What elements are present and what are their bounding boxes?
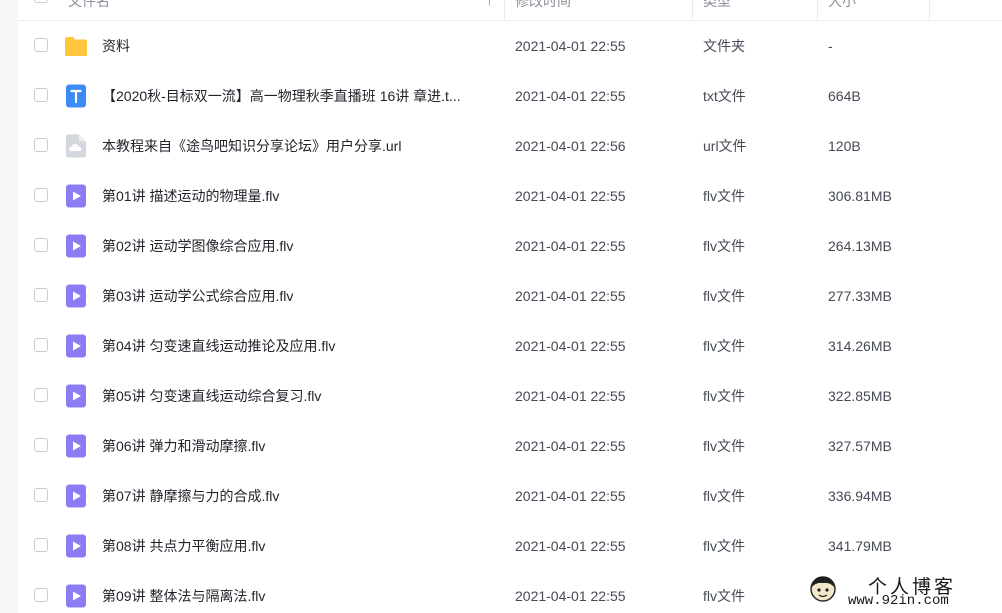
file-list-header: 文件名 ↑ 修改时间 类型 大小 bbox=[18, 0, 1002, 21]
file-type: txt文件 bbox=[703, 88, 746, 104]
file-row[interactable]: 第04讲 匀变速直线运动推论及应用.flv 2021-04-01 22:55 flv… bbox=[18, 321, 1002, 371]
file-size: 322.85MB bbox=[828, 388, 892, 404]
file-row[interactable]: 【2020秋-目标双一流】高一物理秋季直播班 16讲 章进.t... 2021-0… bbox=[18, 71, 1002, 121]
column-divider[interactable] bbox=[929, 0, 930, 20]
video-file-icon bbox=[65, 284, 87, 308]
modified-time: 2021-04-01 22:56 bbox=[515, 138, 626, 154]
modified-time: 2021-04-01 22:55 bbox=[515, 338, 626, 354]
video-file-icon bbox=[65, 334, 87, 358]
file-type: url文件 bbox=[703, 138, 747, 154]
file-size: 306.81MB bbox=[828, 188, 892, 204]
select-all-checkbox[interactable] bbox=[34, 0, 48, 3]
file-type: flv文件 bbox=[703, 438, 745, 454]
file-type: flv文件 bbox=[703, 388, 745, 404]
file-size: 264.13MB bbox=[828, 238, 892, 254]
modified-time: 2021-04-01 22:55 bbox=[515, 288, 626, 304]
file-size: - bbox=[828, 38, 833, 54]
modified-time: 2021-04-01 22:55 bbox=[515, 88, 626, 104]
row-checkbox[interactable] bbox=[34, 538, 48, 552]
folder-icon bbox=[63, 35, 87, 59]
modified-time: 2021-04-01 22:55 bbox=[515, 538, 626, 554]
file-size: 314.26MB bbox=[828, 338, 892, 354]
row-checkbox[interactable] bbox=[34, 38, 48, 52]
file-name[interactable]: 第08讲 共点力平衡应用.flv bbox=[102, 521, 500, 571]
column-header-modified[interactable]: 修改时间 bbox=[515, 0, 571, 20]
row-checkbox[interactable] bbox=[34, 488, 48, 502]
video-file-icon bbox=[65, 534, 87, 558]
file-size: 336.94MB bbox=[828, 488, 892, 504]
file-type: flv文件 bbox=[703, 238, 745, 254]
modified-time: 2021-04-01 22:55 bbox=[515, 38, 626, 54]
file-type: flv文件 bbox=[703, 538, 745, 554]
file-row[interactable]: 第01讲 描述运动的物理量.flv 2021-04-01 22:55 flv文件 30… bbox=[18, 171, 1002, 221]
file-row[interactable]: 第02讲 运动学图像综合应用.flv 2021-04-01 22:55 flv文件 2… bbox=[18, 221, 1002, 271]
row-checkbox[interactable] bbox=[34, 288, 48, 302]
video-file-icon bbox=[65, 484, 87, 508]
modified-time: 2021-04-01 22:55 bbox=[515, 488, 626, 504]
blog-watermark: 个人博客 www.92in.com bbox=[808, 572, 998, 610]
video-file-icon bbox=[65, 184, 87, 208]
file-type: flv文件 bbox=[703, 188, 745, 204]
file-name[interactable]: 第07讲 静摩擦与力的合成.flv bbox=[102, 471, 500, 521]
column-header-type[interactable]: 类型 bbox=[703, 0, 731, 20]
file-size: 277.33MB bbox=[828, 288, 892, 304]
file-row[interactable]: 第05讲 匀变速直线运动综合复习.flv 2021-04-01 22:55 flv文… bbox=[18, 371, 1002, 421]
column-divider[interactable] bbox=[504, 0, 505, 20]
row-checkbox[interactable] bbox=[34, 188, 48, 202]
row-checkbox[interactable] bbox=[34, 588, 48, 602]
watermark-url: www.92in.com bbox=[848, 593, 949, 609]
file-type: flv文件 bbox=[703, 488, 745, 504]
file-row[interactable]: 第03讲 运动学公式综合应用.flv 2021-04-01 22:55 flv文件 2… bbox=[18, 271, 1002, 321]
file-name[interactable]: 资料 bbox=[102, 21, 500, 71]
row-checkbox[interactable] bbox=[34, 88, 48, 102]
file-size: 664B bbox=[828, 88, 861, 104]
file-type: flv文件 bbox=[703, 288, 745, 304]
modified-time: 2021-04-01 22:55 bbox=[515, 188, 626, 204]
file-row[interactable]: 第08讲 共点力平衡应用.flv 2021-04-01 22:55 flv文件 341… bbox=[18, 521, 1002, 571]
row-checkbox[interactable] bbox=[34, 238, 48, 252]
file-name[interactable]: 本教程来自《途鸟吧知识分享论坛》用户分享.url bbox=[102, 121, 500, 171]
text-file-icon bbox=[65, 84, 87, 108]
file-name[interactable]: 第04讲 匀变速直线运动推论及应用.flv bbox=[102, 321, 500, 371]
file-name[interactable]: 第06讲 弹力和滑动摩擦.flv bbox=[102, 421, 500, 471]
row-checkbox[interactable] bbox=[34, 438, 48, 452]
file-row[interactable]: 第06讲 弹力和滑动摩擦.flv 2021-04-01 22:55 flv文件 327… bbox=[18, 421, 1002, 471]
file-size: 341.79MB bbox=[828, 538, 892, 554]
row-checkbox[interactable] bbox=[34, 338, 48, 352]
file-name[interactable]: 第03讲 运动学公式综合应用.flv bbox=[102, 271, 500, 321]
file-row[interactable]: 资料 2021-04-01 22:55 文件夹 - bbox=[18, 21, 1002, 71]
file-name[interactable]: 第02讲 运动学图像综合应用.flv bbox=[102, 221, 500, 271]
row-checkbox[interactable] bbox=[34, 138, 48, 152]
file-size: 120B bbox=[828, 138, 861, 154]
link-file-icon bbox=[65, 134, 87, 158]
column-divider[interactable] bbox=[817, 0, 818, 20]
modified-time: 2021-04-01 22:55 bbox=[515, 438, 626, 454]
column-header-name[interactable]: 文件名 bbox=[68, 0, 110, 20]
video-file-icon bbox=[65, 234, 87, 258]
column-divider[interactable] bbox=[692, 0, 693, 20]
file-name[interactable]: 第05讲 匀变速直线运动综合复习.flv bbox=[102, 371, 500, 421]
modified-time: 2021-04-01 22:55 bbox=[515, 588, 626, 604]
file-name[interactable]: 第01讲 描述运动的物理量.flv bbox=[102, 171, 500, 221]
file-row[interactable]: 第07讲 静摩擦与力的合成.flv 2021-04-01 22:55 flv文件 33… bbox=[18, 471, 1002, 521]
file-list-panel: 文件名 ↑ 修改时间 类型 大小 资料 2021-04-01 22:55 文件夹 - 【… bbox=[18, 0, 1002, 613]
file-type: flv文件 bbox=[703, 338, 745, 354]
row-checkbox[interactable] bbox=[34, 388, 48, 402]
video-file-icon bbox=[65, 584, 87, 608]
video-file-icon bbox=[65, 384, 87, 408]
column-header-size[interactable]: 大小 bbox=[828, 0, 856, 20]
sort-arrow-icon[interactable]: ↑ bbox=[486, 0, 493, 9]
file-size: 327.57MB bbox=[828, 438, 892, 454]
file-name[interactable]: 【2020秋-目标双一流】高一物理秋季直播班 16讲 章进.t... bbox=[102, 71, 500, 121]
watermark-avatar-icon bbox=[810, 576, 836, 602]
modified-time: 2021-04-01 22:55 bbox=[515, 238, 626, 254]
video-file-icon bbox=[65, 434, 87, 458]
modified-time: 2021-04-01 22:55 bbox=[515, 388, 626, 404]
file-name[interactable]: 第09讲 整体法与隔离法.flv bbox=[102, 571, 500, 613]
file-type: flv文件 bbox=[703, 588, 745, 604]
file-type: 文件夹 bbox=[703, 38, 745, 54]
file-row[interactable]: 本教程来自《途鸟吧知识分享论坛》用户分享.url 2021-04-01 22:56… bbox=[18, 121, 1002, 171]
